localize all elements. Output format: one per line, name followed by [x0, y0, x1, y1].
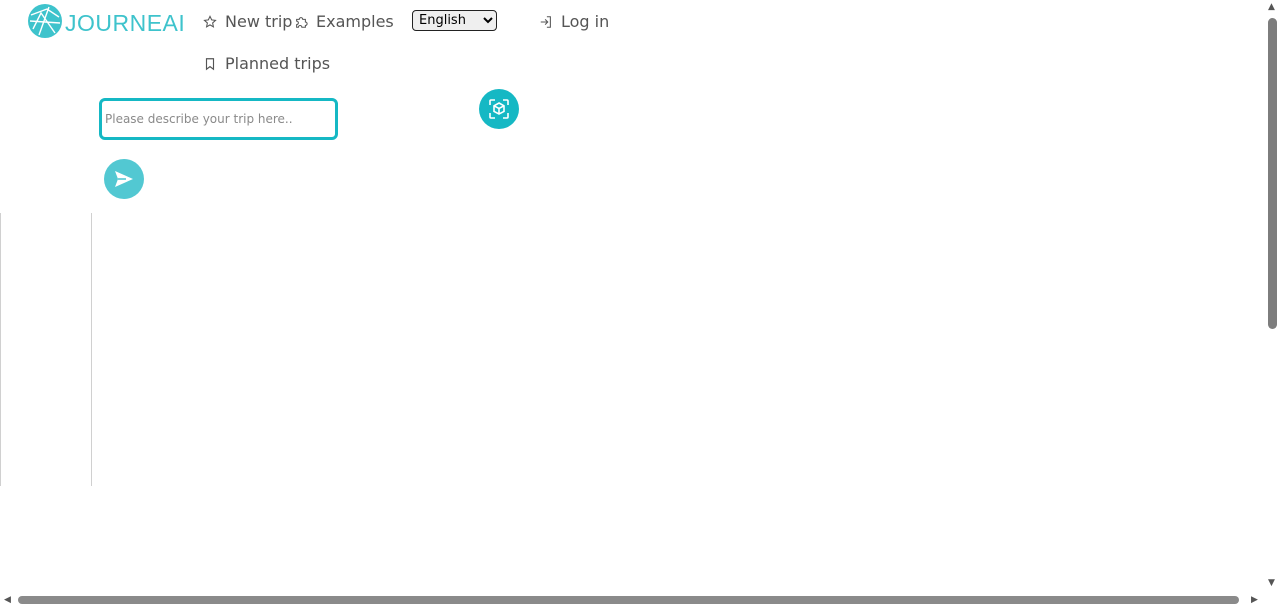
star-icon — [203, 14, 217, 29]
nav-login-label: Log in — [561, 12, 610, 31]
send-button[interactable] — [104, 159, 144, 199]
horizontal-scroll-thumb[interactable] — [18, 596, 1239, 604]
nav-login[interactable]: Log in — [539, 12, 609, 31]
nav-examples-label: Examples — [316, 12, 394, 31]
nav-new-trip[interactable]: New trip — [203, 12, 292, 31]
language-select[interactable]: English — [412, 10, 497, 31]
brand-name: JOURNEAI — [65, 9, 186, 36]
panel-border-left — [0, 213, 1, 486]
ar-scan-button[interactable] — [479, 89, 519, 129]
trip-description-input[interactable] — [99, 98, 338, 140]
vertical-scroll-thumb[interactable] — [1268, 18, 1277, 329]
panel-divider — [91, 213, 92, 486]
horizontal-scrollbar[interactable]: ◀ ▶ — [0, 593, 1265, 608]
scroll-down-arrow-icon[interactable]: ▼ — [1268, 579, 1275, 588]
nav-examples[interactable]: Examples — [294, 12, 394, 31]
globe-logo-icon — [27, 3, 63, 43]
vertical-scrollbar[interactable]: ▲ ▼ — [1265, 0, 1280, 593]
nav-new-trip-label: New trip — [225, 12, 293, 31]
puzzle-icon — [294, 15, 308, 29]
brand-logo[interactable]: JOURNEAI — [27, 3, 185, 43]
nav-planned-trips-label: Planned trips — [225, 54, 331, 73]
send-icon — [113, 168, 135, 190]
nav-planned-trips[interactable]: Planned trips — [203, 54, 330, 73]
scroll-right-arrow-icon[interactable]: ▶ — [1251, 596, 1258, 605]
scroll-left-arrow-icon[interactable]: ◀ — [4, 596, 11, 605]
cube-scan-icon — [488, 98, 510, 120]
scroll-up-arrow-icon[interactable]: ▲ — [1268, 3, 1275, 12]
bookmark-icon — [203, 57, 217, 71]
login-icon — [539, 15, 553, 29]
